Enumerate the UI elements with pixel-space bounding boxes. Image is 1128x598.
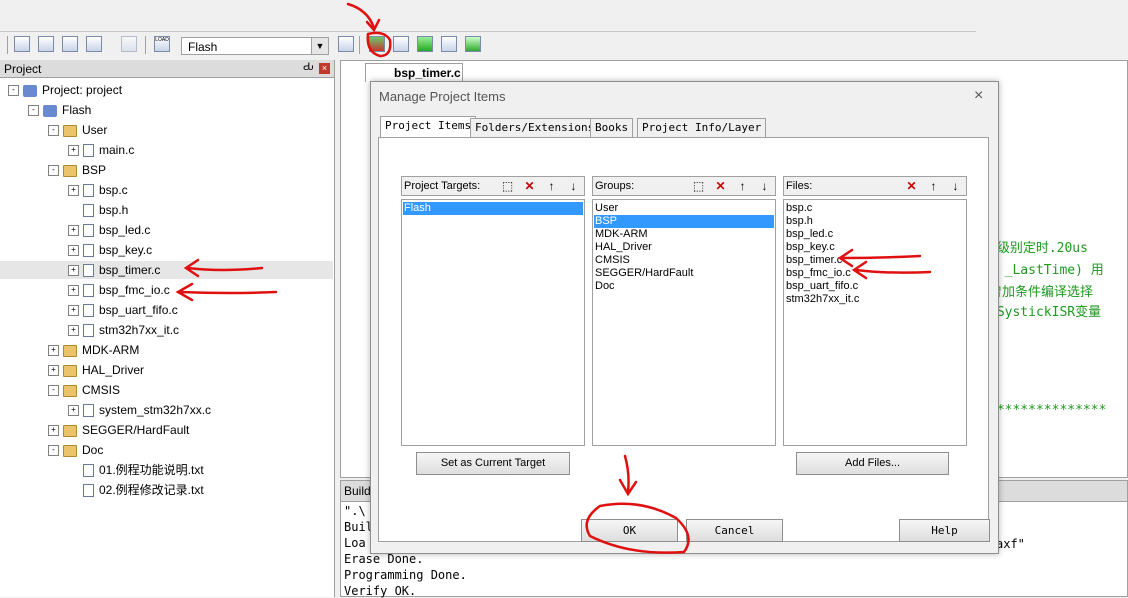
annotation-overlay [175, 2, 932, 554]
annotation-circle [585, 502, 690, 554]
annotation-arrow [837, 248, 922, 268]
annotation-circle [366, 31, 392, 58]
annotation-arrow [851, 260, 932, 280]
annotation-arrow [175, 282, 278, 302]
annotation-arrow [183, 258, 264, 278]
annotation-arrow [618, 454, 638, 497]
annotation-arrow [346, 2, 381, 33]
